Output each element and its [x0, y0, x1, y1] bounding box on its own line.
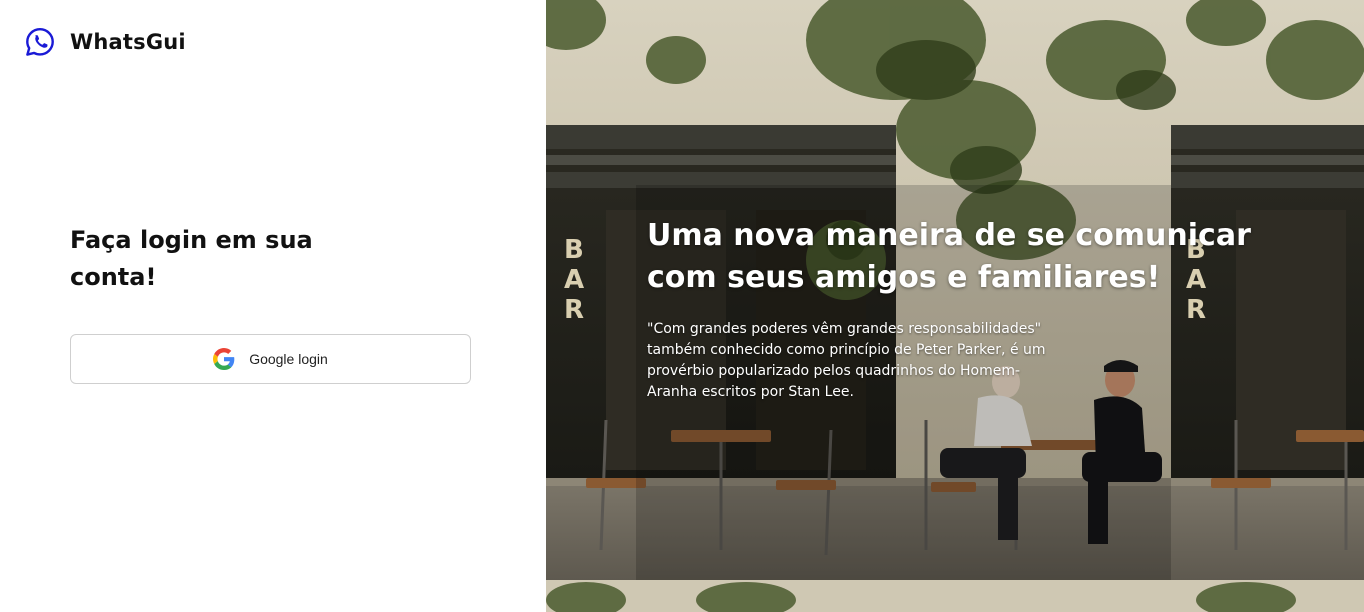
svg-text:B: B	[564, 235, 584, 265]
hero-quote: "Com grandes poderes vêm grandes respons…	[647, 321, 1046, 400]
hero-panel: B A R B A R Uma nova maneira de se comun…	[546, 0, 1364, 612]
awning-left	[546, 125, 896, 149]
login-page: WhatsGui Faça login em sua conta! Google…	[0, 0, 1364, 612]
google-icon	[213, 348, 235, 370]
svg-text:R: R	[1186, 295, 1206, 325]
google-login-label: Google login	[249, 351, 328, 367]
svg-text:R: R	[564, 295, 584, 325]
whatsapp-icon	[26, 28, 54, 56]
cafe-street-photo: B A R B A R	[546, 0, 1364, 612]
login-title: Faça login em sua conta!	[70, 226, 313, 291]
awning-right	[1171, 125, 1364, 149]
brand-header: WhatsGui	[24, 26, 186, 58]
svg-text:A: A	[564, 265, 584, 295]
login-panel: WhatsGui Faça login em sua conta! Google…	[0, 0, 546, 612]
google-login-button[interactable]: Google login	[70, 334, 471, 384]
brand-name: WhatsGui	[70, 30, 186, 54]
hero-title: Uma nova maneira de se comunicar com seu…	[647, 218, 1251, 295]
